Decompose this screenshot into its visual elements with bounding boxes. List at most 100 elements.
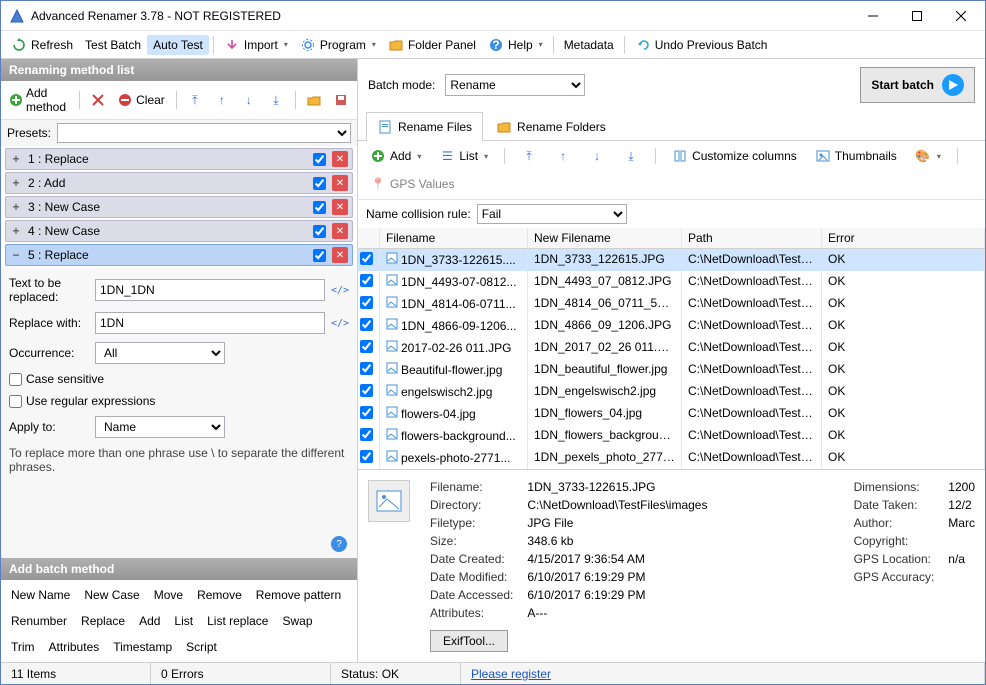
row-checkbox[interactable] — [360, 362, 373, 375]
auto-test-button[interactable]: Auto Test — [147, 35, 209, 55]
import-button[interactable]: Import▾ — [218, 34, 294, 56]
row-checkbox[interactable] — [360, 296, 373, 309]
file-move-top-button[interactable]: ⤒ — [515, 145, 543, 167]
method-checkbox[interactable] — [313, 153, 326, 166]
expand-icon[interactable]: + — [10, 152, 22, 166]
table-row[interactable]: flowers-background...1DN_flowers_backgro… — [358, 425, 985, 447]
table-row[interactable]: 1DN_4866-09-1206...1DN_4866_09_1206.JPGC… — [358, 315, 985, 337]
file-move-bottom-button[interactable]: ⤓ — [617, 145, 645, 167]
metadata-button[interactable]: Metadata — [558, 35, 620, 55]
expand-icon[interactable]: + — [10, 224, 22, 238]
maximize-button[interactable] — [895, 2, 939, 30]
batch-method-item[interactable]: Attributes — [49, 640, 100, 654]
row-checkbox[interactable] — [360, 406, 373, 419]
presets-select[interactable] — [57, 123, 351, 143]
regex-checkbox[interactable] — [9, 395, 22, 408]
batch-method-item[interactable]: Move — [154, 588, 183, 602]
close-button[interactable] — [939, 2, 983, 30]
method-delete-button[interactable]: ✕ — [332, 151, 348, 167]
batch-method-item[interactable]: New Case — [84, 588, 139, 602]
refresh-button[interactable]: Refresh — [5, 34, 79, 56]
row-checkbox[interactable] — [360, 252, 373, 265]
method-delete-button[interactable]: ✕ — [332, 247, 348, 263]
row-checkbox[interactable] — [360, 340, 373, 353]
thumbnails-button[interactable]: Thumbnails — [809, 145, 903, 167]
table-row[interactable]: 1DN_4493-07-0812...1DN_4493_07_0812.JPGC… — [358, 271, 985, 293]
batch-method-item[interactable]: List — [174, 614, 193, 628]
batch-method-item[interactable]: New Name — [11, 588, 70, 602]
method-checkbox[interactable] — [313, 201, 326, 214]
table-row[interactable]: 2017-02-26 011.JPG1DN_2017_02_26 011.JPG… — [358, 337, 985, 359]
move-up-button[interactable]: ↑ — [210, 90, 234, 110]
tab-rename-files[interactable]: Rename Files — [366, 112, 483, 141]
folder-panel-button[interactable]: Folder Panel — [382, 34, 482, 56]
col-error[interactable]: Error — [822, 228, 985, 248]
batch-method-item[interactable]: Swap — [282, 614, 312, 628]
table-row[interactable]: 1DN_3733-122615....1DN_3733_122615.JPGC:… — [358, 249, 985, 271]
batch-method-item[interactable]: Add — [139, 614, 160, 628]
table-row[interactable]: engelswisch2.jpg1DN_engelswisch2.jpgC:\N… — [358, 381, 985, 403]
method-checkbox[interactable] — [313, 249, 326, 262]
customize-columns-button[interactable]: Customize columns — [666, 145, 803, 167]
col-filename[interactable]: Filename — [380, 228, 528, 248]
expand-icon[interactable]: + — [10, 200, 22, 214]
batch-mode-select[interactable]: Rename — [445, 74, 585, 96]
collision-select[interactable]: Fail — [477, 204, 627, 224]
row-checkbox[interactable] — [360, 384, 373, 397]
minimize-button[interactable] — [851, 2, 895, 30]
batch-method-item[interactable]: Remove pattern — [256, 588, 341, 602]
batch-method-item[interactable]: Replace — [81, 614, 125, 628]
batch-method-item[interactable]: Remove — [197, 588, 242, 602]
open-button[interactable] — [302, 90, 326, 110]
method-checkbox[interactable] — [313, 225, 326, 238]
batch-method-item[interactable]: Script — [186, 640, 217, 654]
file-move-up-button[interactable]: ↑ — [549, 145, 577, 167]
method-item[interactable]: +2 : Add✕ — [5, 172, 353, 194]
register-link[interactable]: Please register — [471, 667, 551, 681]
color-button[interactable]: 🎨▾ — [909, 145, 947, 167]
file-move-down-button[interactable]: ↓ — [583, 145, 611, 167]
help-button[interactable]: ?Help▾ — [482, 34, 549, 56]
add-files-button[interactable]: Add▾ — [364, 145, 427, 167]
method-delete-button[interactable]: ✕ — [332, 175, 348, 191]
save-button[interactable] — [329, 90, 353, 110]
col-path[interactable]: Path — [682, 228, 822, 248]
tab-rename-folders[interactable]: Rename Folders — [485, 112, 617, 141]
table-row[interactable]: flowers-04.jpg1DN_flowers_04.jpgC:\NetDo… — [358, 403, 985, 425]
method-item[interactable]: −5 : Replace✕ — [5, 244, 353, 266]
case-sensitive-checkbox[interactable] — [9, 373, 22, 386]
table-row[interactable]: pexels-photo-2771...1DN_pexels_photo_277… — [358, 447, 985, 469]
move-down-button[interactable]: ↓ — [237, 90, 261, 110]
text-to-replace-input[interactable] — [95, 279, 325, 301]
expand-icon[interactable]: − — [10, 248, 22, 262]
row-checkbox[interactable] — [360, 318, 373, 331]
batch-method-item[interactable]: Timestamp — [113, 640, 172, 654]
method-help-button[interactable]: ? — [331, 536, 347, 552]
move-bottom-button[interactable]: ⤓ — [264, 90, 288, 110]
method-delete-button[interactable]: ✕ — [332, 223, 348, 239]
list-button[interactable]: ☰List▾ — [433, 145, 494, 167]
expand-icon[interactable]: + — [10, 176, 22, 190]
program-button[interactable]: Program▾ — [294, 34, 382, 56]
batch-method-item[interactable]: Renumber — [11, 614, 67, 628]
row-checkbox[interactable] — [360, 428, 373, 441]
method-item[interactable]: +1 : Replace✕ — [5, 148, 353, 170]
undo-button[interactable]: Undo Previous Batch — [629, 34, 774, 56]
clear-methods-button[interactable]: Clear — [113, 90, 169, 110]
tag-icon[interactable]: </> — [331, 314, 349, 332]
table-row[interactable]: 1DN_4814-06-0711...1DN_4814_06_0711_5x7.… — [358, 293, 985, 315]
occurrence-select[interactable]: All — [95, 342, 225, 364]
gps-values-button[interactable]: 📍GPS Values — [364, 173, 460, 195]
batch-method-item[interactable]: List replace — [207, 614, 268, 628]
method-checkbox[interactable] — [313, 177, 326, 190]
method-delete-button[interactable]: ✕ — [332, 199, 348, 215]
tag-icon[interactable]: </> — [331, 281, 349, 299]
table-row[interactable]: Beautiful-flower.jpg1DN_beautiful_flower… — [358, 359, 985, 381]
test-batch-button[interactable]: Test Batch — [79, 35, 147, 55]
method-item[interactable]: +3 : New Case✕ — [5, 196, 353, 218]
col-new-filename[interactable]: New Filename — [528, 228, 682, 248]
add-method-button[interactable]: Add method — [5, 84, 72, 116]
start-batch-button[interactable]: Start batch — [860, 67, 975, 103]
batch-method-item[interactable]: Trim — [11, 640, 35, 654]
apply-to-select[interactable]: Name — [95, 416, 225, 438]
